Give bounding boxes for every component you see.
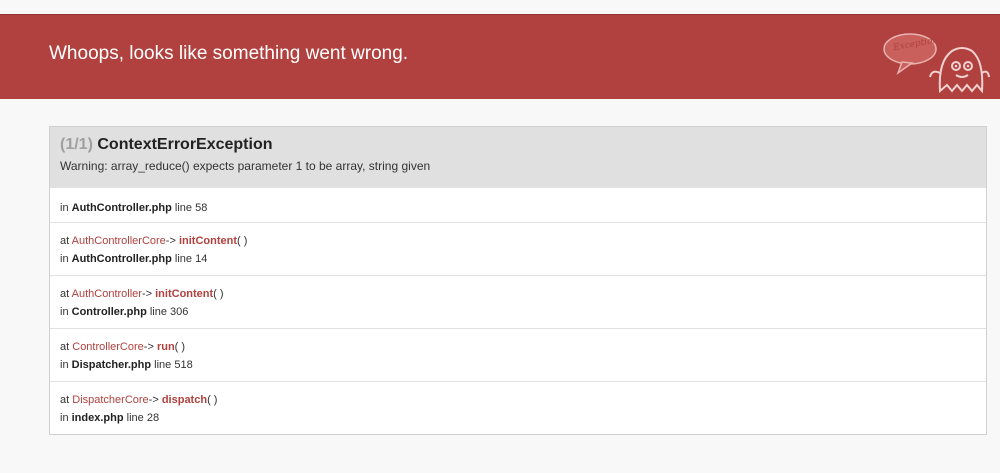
exception-heading: (1/1) ContextErrorException Warning: arr… xyxy=(50,127,986,187)
in-prefix: in xyxy=(60,306,69,318)
at-prefix: at xyxy=(60,341,70,353)
call-arrow: -> xyxy=(148,394,159,406)
trace-method: run xyxy=(156,341,175,353)
exception-message: Warning: array_reduce() expects paramete… xyxy=(60,159,431,173)
trace-item: at AuthController-> initContent( ) in Co… xyxy=(50,275,986,328)
call-arrow: -> xyxy=(165,235,176,247)
exception-ghost-logo: Exception! xyxy=(880,21,990,97)
exception-title: (1/1) ContextErrorException xyxy=(60,135,976,159)
trace-item: in AuthController.php line 58 xyxy=(50,187,986,222)
trace-class: DispatcherCore xyxy=(72,394,149,406)
call-parens: ( ) xyxy=(213,288,224,300)
at-prefix: at xyxy=(60,235,70,247)
trace-line: line 14 xyxy=(174,253,208,265)
trace-file: AuthController.php xyxy=(71,202,172,214)
trace-file: Controller.php xyxy=(71,306,147,318)
trace-item: at AuthControllerCore-> initContent( ) i… xyxy=(50,222,986,275)
call-parens: ( ) xyxy=(207,394,218,406)
page-title: Whoops, looks like something went wrong. xyxy=(49,43,409,64)
trace-method: dispatch xyxy=(161,394,208,406)
exception-count: (1/1) xyxy=(60,136,93,153)
in-prefix: in xyxy=(60,359,69,371)
trace-file: index.php xyxy=(71,412,124,424)
at-prefix: at xyxy=(60,394,70,406)
trace-class: ControllerCore xyxy=(72,341,144,353)
in-prefix: in xyxy=(60,412,69,424)
trace-method: initContent xyxy=(178,235,237,247)
top-strip xyxy=(0,0,1000,14)
in-prefix: in xyxy=(60,202,69,214)
at-prefix: at xyxy=(60,288,70,300)
trace-method: initContent xyxy=(155,288,214,300)
call-parens: ( ) xyxy=(237,235,248,247)
trace-file: AuthController.php xyxy=(71,253,172,265)
error-header: Whoops, looks like something went wrong.… xyxy=(0,14,1000,99)
ghost-icon xyxy=(883,33,990,94)
trace-item: at ControllerCore-> run( ) in Dispatcher… xyxy=(50,328,986,381)
in-prefix: in xyxy=(60,253,69,265)
call-arrow: -> xyxy=(143,341,154,353)
trace-file: Dispatcher.php xyxy=(71,359,152,371)
trace-line: line 28 xyxy=(126,412,160,424)
exception-panel: (1/1) ContextErrorException Warning: arr… xyxy=(49,126,987,435)
trace-item: at DispatcherCore-> dispatch( ) in index… xyxy=(50,381,986,434)
call-parens: ( ) xyxy=(174,341,186,353)
trace-line: line 518 xyxy=(154,359,193,371)
trace-line: line 58 xyxy=(174,202,208,214)
exception-name: ContextErrorException xyxy=(97,136,273,153)
trace-line: line 306 xyxy=(149,306,189,318)
trace-class: AuthController xyxy=(71,288,142,300)
call-arrow: -> xyxy=(141,288,153,300)
trace-class: AuthControllerCore xyxy=(71,235,166,247)
